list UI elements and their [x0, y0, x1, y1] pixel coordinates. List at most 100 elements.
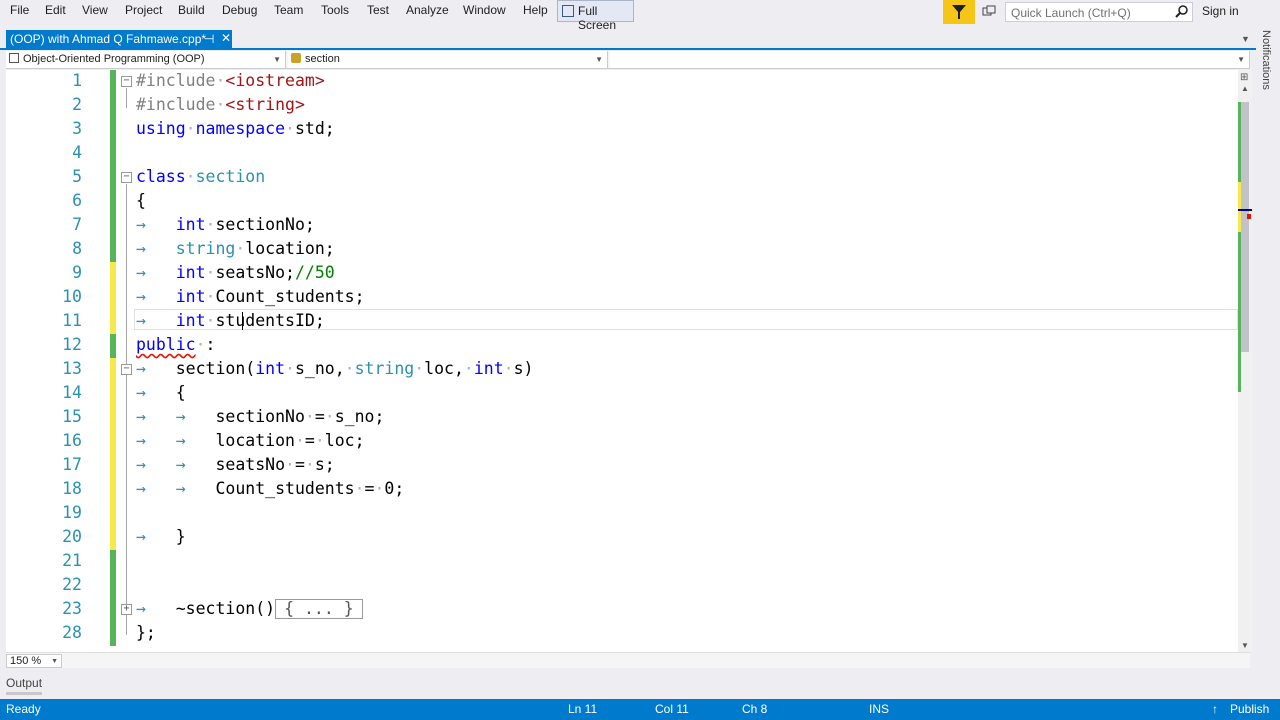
change-marker: [110, 286, 116, 310]
caret-position-marker: [1238, 209, 1252, 211]
change-marker: [110, 598, 116, 622]
change-marker: [110, 526, 116, 550]
preprocessor-directive: #include: [136, 71, 216, 90]
line-number: 20: [62, 527, 82, 546]
member-dropdown[interactable]: ▼: [610, 51, 1250, 68]
keyword: namespace: [195, 119, 286, 138]
pin-icon[interactable]: ⊣: [204, 32, 214, 46]
change-marker: [110, 142, 116, 166]
sign-in-link[interactable]: Sign in: [1202, 4, 1239, 18]
split-window-icon[interactable]: ⊞: [1240, 72, 1248, 83]
line-number: 7: [72, 215, 82, 234]
quick-launch-input[interactable]: Quick Launch (Ctrl+Q): [1005, 2, 1193, 22]
menu-tools[interactable]: Tools: [321, 3, 349, 17]
identifier: studentsID;: [215, 311, 325, 330]
change-marker: [110, 502, 116, 526]
code-line: 10 → int·Count_students;: [6, 286, 1238, 310]
identifier: location;: [245, 239, 335, 258]
scroll-down-icon[interactable]: ▼: [1241, 641, 1249, 650]
full-screen-button[interactable]: Full Screen: [557, 0, 634, 32]
publish-button[interactable]: Publish: [1230, 702, 1269, 716]
status-bar: Ready Ln 11 Col 11 Ch 8 INS ↑ Publish: [0, 699, 1280, 720]
collapsed-block[interactable]: { ... }: [275, 599, 363, 619]
code-line: 14 → {: [6, 382, 1238, 406]
change-marker: [110, 238, 116, 262]
code-line: 6 {: [6, 190, 1238, 214]
line-number: 3: [72, 119, 82, 138]
identifier: s_no;: [334, 407, 385, 426]
constructor-name: section(: [175, 359, 256, 378]
publish-icon[interactable]: ↑: [1212, 702, 1218, 716]
feedback-icon[interactable]: [982, 5, 996, 19]
change-marker: [110, 190, 116, 214]
output-tab[interactable]: Output: [6, 676, 42, 690]
menu-analyze[interactable]: Analyze: [406, 3, 449, 17]
code-editor[interactable]: 1 − #include·<iostream> 2 #include·<stri…: [6, 70, 1238, 652]
code-line: 19: [6, 502, 1238, 526]
menu-help[interactable]: Help: [523, 3, 548, 17]
filter-icon: [952, 5, 966, 19]
menu-edit[interactable]: Edit: [45, 3, 66, 17]
editor-bottom-bar: 150 % ▼: [6, 652, 1250, 668]
menu-file[interactable]: File: [10, 3, 29, 17]
status-column: Col 11: [655, 702, 689, 716]
keyword: int: [255, 359, 286, 378]
chevron-down-icon: ▼: [273, 55, 281, 64]
line-number: 1: [72, 71, 82, 90]
change-marker: [110, 94, 116, 118]
collapse-toggle[interactable]: −: [121, 76, 132, 87]
document-tab-strip: (OOP) with Ahmad Q Fahmawe.cpp* ⊣ ✕ ▼: [0, 30, 1256, 50]
code-line: 9 → int·seatsNo;//50: [6, 262, 1238, 286]
change-marker: [110, 406, 116, 430]
menu-team[interactable]: Team: [274, 3, 303, 17]
parameter: loc,: [424, 359, 464, 378]
collapse-toggle[interactable]: −: [121, 172, 132, 183]
parameter: s): [513, 359, 534, 378]
collapse-toggle[interactable]: −: [121, 364, 132, 375]
menu-debug[interactable]: Debug: [222, 3, 257, 17]
line-number: 2: [72, 95, 82, 114]
notifications-panel-tab[interactable]: Notifications: [1256, 30, 1276, 120]
class-icon: [291, 53, 301, 63]
line-number: 23: [62, 599, 82, 618]
change-marker: [110, 622, 116, 646]
keyword: int: [175, 287, 206, 306]
vertical-scrollbar[interactable]: ⊞ ▲ ▼: [1238, 70, 1252, 652]
document-tab[interactable]: (OOP) with Ahmad Q Fahmawe.cpp* ⊣ ✕: [6, 30, 232, 48]
line-number: 5: [72, 167, 82, 186]
menu-window[interactable]: Window: [463, 3, 506, 17]
menu-project[interactable]: Project: [125, 3, 162, 17]
class-name: section: [195, 167, 266, 186]
change-marker: [110, 358, 116, 382]
line-number: 14: [62, 383, 82, 402]
line-number: 9: [72, 263, 82, 282]
keyword: int: [175, 263, 206, 282]
expand-toggle[interactable]: +: [121, 604, 132, 615]
identifier: Count_students;: [215, 287, 365, 306]
full-screen-icon: [562, 5, 574, 17]
identifier: loc;: [324, 431, 365, 450]
menu-view[interactable]: View: [82, 3, 108, 17]
code-line: 28 };: [6, 622, 1238, 646]
notifications-label: Notifications: [1260, 30, 1272, 90]
code-line: 1 − #include·<iostream>: [6, 70, 1238, 94]
filter-button[interactable]: [943, 0, 975, 24]
line-number: 6: [72, 191, 82, 210]
chevron-down-icon: ▼: [51, 658, 58, 665]
zoom-level-dropdown[interactable]: 150 % ▼: [6, 654, 62, 668]
scroll-up-icon[interactable]: ▲: [1241, 84, 1249, 93]
line-number: 15: [62, 407, 82, 426]
change-marker: [110, 574, 116, 598]
line-number: 19: [62, 503, 82, 522]
close-icon[interactable]: ✕: [221, 31, 231, 45]
menu-build[interactable]: Build: [178, 3, 205, 17]
zoom-level-value: 150 %: [10, 655, 42, 667]
code-line: 16 → → location·=·loc;: [6, 430, 1238, 454]
identifier: sectionNo;: [215, 215, 315, 234]
menu-test[interactable]: Test: [367, 3, 389, 17]
tab-overflow-icon[interactable]: ▼: [1241, 34, 1250, 44]
scrollbar-thumb[interactable]: [1241, 102, 1249, 352]
project-dropdown[interactable]: Object-Oriented Programming (OOP) ▼: [6, 51, 286, 68]
line-number: 17: [62, 455, 82, 474]
scope-dropdown[interactable]: section ▼: [288, 51, 608, 68]
